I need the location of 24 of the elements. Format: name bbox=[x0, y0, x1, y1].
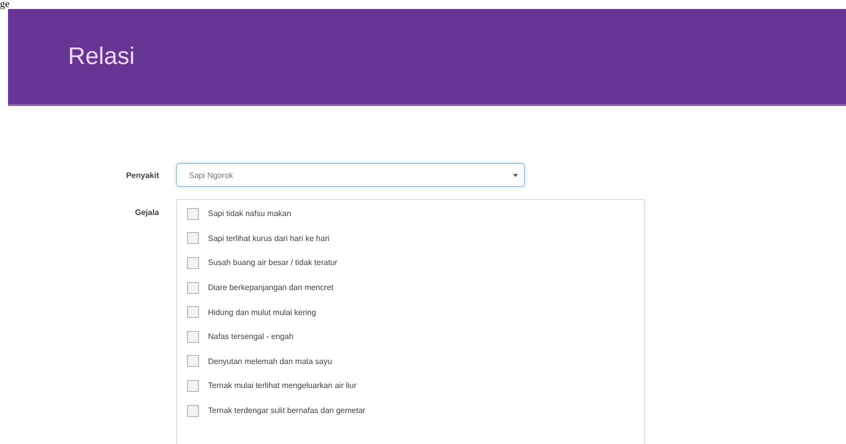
checkbox[interactable] bbox=[187, 330, 199, 343]
checkbox[interactable] bbox=[187, 282, 199, 294]
disease-select[interactable]: Sapi Ngorok bbox=[176, 163, 525, 187]
caret-icon bbox=[513, 172, 518, 178]
checkbox[interactable] bbox=[187, 404, 199, 417]
symptom-label: Ternak mulai terlihat mengeluarkan air liur bbox=[208, 381, 357, 390]
symptom-label: Denyutan melemah dan mata sayu bbox=[208, 356, 332, 366]
symptom-label: Nafas tersengal - engah bbox=[208, 332, 294, 342]
checkbox[interactable] bbox=[187, 355, 199, 368]
symptom-label: Susah buang air besar / tidak teratur bbox=[208, 258, 338, 268]
checkbox[interactable] bbox=[187, 306, 199, 318]
checkbox[interactable] bbox=[187, 380, 199, 392]
symptom-label: Ternak terdengar sulit bernafas dan gemetar bbox=[208, 406, 366, 416]
field-label: Penyakit bbox=[125, 170, 160, 180]
symptom-label: Diare berkepanjangan dan mencret bbox=[208, 283, 334, 292]
field-label: Gejala bbox=[134, 207, 160, 217]
page-title: Relasi bbox=[68, 42, 135, 70]
checkbox[interactable] bbox=[187, 208, 199, 220]
heading-fragment: ge bbox=[0, 0, 10, 10]
checkbox[interactable] bbox=[187, 256, 199, 269]
symptom-label: Sapi terlihat kurus dari hari ke hari bbox=[208, 234, 330, 243]
symptom-label: Hidung dan mulut mulai kering bbox=[208, 308, 316, 317]
checkbox[interactable] bbox=[187, 232, 199, 244]
symptom-label: Sapi tidak nafsu makan bbox=[208, 209, 292, 218]
